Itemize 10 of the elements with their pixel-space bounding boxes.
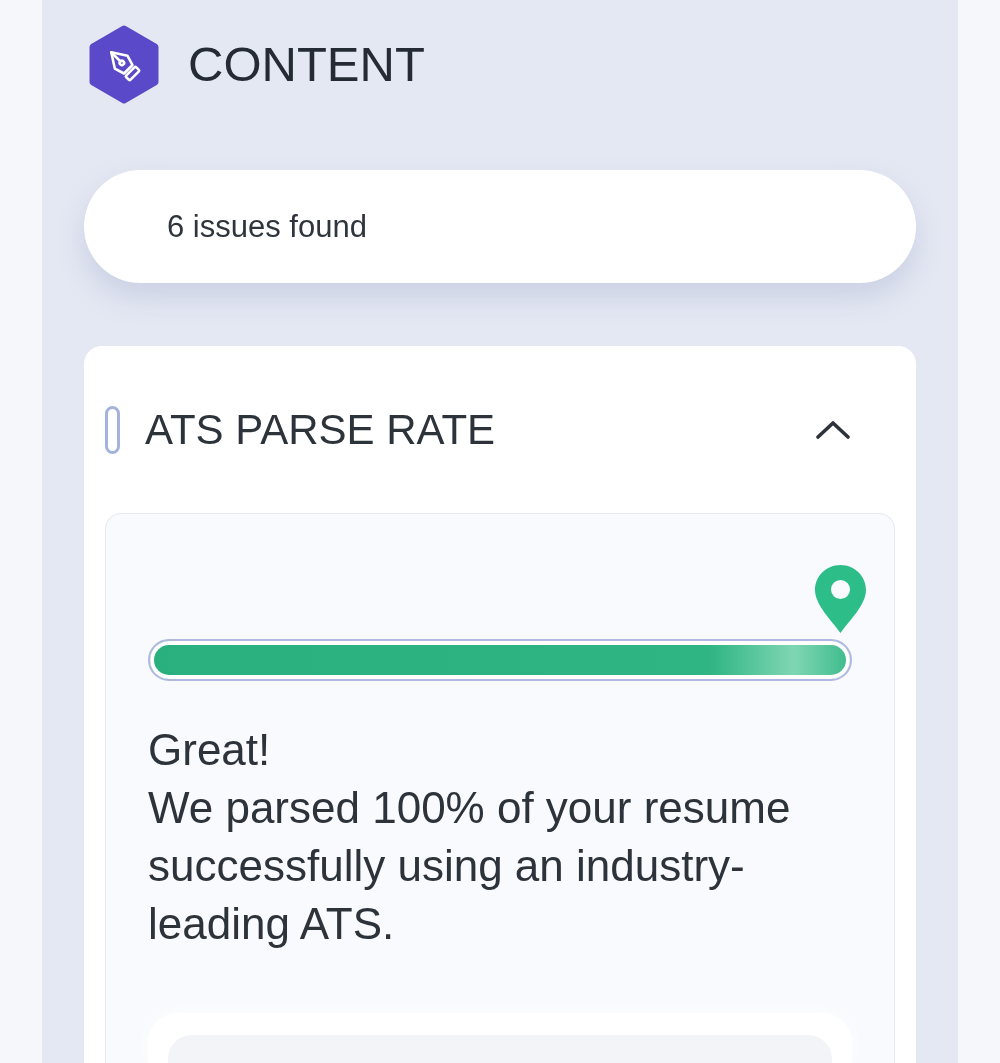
- section-title: ATS PARSE RATE: [145, 406, 497, 454]
- location-pin-icon: [815, 565, 866, 633]
- page-title: CONTENT: [188, 40, 425, 89]
- indicator-icon: [105, 406, 120, 454]
- pen-nib-icon: [88, 25, 160, 104]
- result-message: We parsed 100% of your resume successfully using an industry-leading ATS.: [148, 782, 792, 950]
- result-headline: Great!: [148, 724, 272, 776]
- issues-count-text: 6 issues found: [167, 208, 367, 245]
- collapse-button[interactable]: [816, 420, 850, 440]
- chevron-icon: [816, 420, 850, 440]
